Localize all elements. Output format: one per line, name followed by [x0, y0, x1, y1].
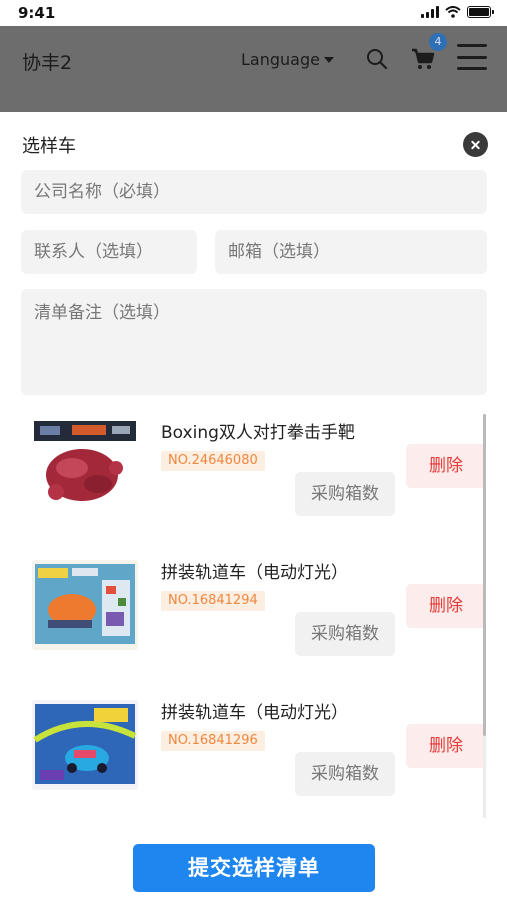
email-input[interactable]	[215, 230, 487, 274]
product-number-tag: NO.16841294	[161, 591, 265, 611]
product-name: 拼装轨道车（电动灯光）	[161, 563, 348, 583]
list-item: 拼装轨道车（电动灯光） NO.16841294 采购箱数 删除	[0, 554, 490, 694]
menu-icon[interactable]	[457, 44, 487, 70]
scrollbar-thumb[interactable]	[483, 414, 486, 736]
scrollbar[interactable]	[483, 414, 486, 818]
brand-name[interactable]: 协丰2	[22, 48, 72, 75]
sample-cart-sheet: 选样车 Boxing双人对打拳击手靶 NO.24646080 采购箱数 删除	[0, 112, 507, 900]
delete-button[interactable]: 删除	[406, 444, 486, 488]
product-name: 拼装轨道车（电动灯光）	[161, 703, 348, 723]
status-bar: 9:41	[0, 0, 507, 26]
language-selector[interactable]: Language	[241, 50, 334, 69]
list-item: Boxing双人对打拳击手靶 NO.24646080 采购箱数 删除	[0, 414, 490, 554]
product-image[interactable]	[32, 420, 138, 510]
product-image[interactable]	[32, 700, 138, 790]
company-name-input[interactable]	[21, 170, 487, 214]
product-image[interactable]	[32, 560, 138, 650]
cart-icon[interactable]	[410, 46, 436, 72]
list-item: 拼装轨道车（电动灯光） NO.16841296 采购箱数 删除	[0, 694, 490, 818]
submit-list-button[interactable]: 提交选样清单	[133, 844, 375, 892]
delete-button[interactable]: 删除	[406, 724, 486, 768]
delete-button[interactable]: 删除	[406, 584, 486, 628]
sheet-title: 选样车	[22, 136, 76, 157]
product-name: Boxing双人对打拳击手靶	[161, 423, 355, 443]
product-number-tag: NO.24646080	[161, 451, 265, 471]
close-icon[interactable]	[463, 132, 488, 157]
notes-textarea[interactable]	[21, 289, 487, 395]
status-time: 9:41	[18, 4, 56, 22]
purchase-cartons-button[interactable]: 采购箱数	[295, 752, 395, 796]
purchase-cartons-button[interactable]: 采购箱数	[295, 472, 395, 516]
sample-item-list[interactable]: Boxing双人对打拳击手靶 NO.24646080 采购箱数 删除 拼装轨道车…	[0, 414, 507, 818]
contact-input[interactable]	[21, 230, 197, 274]
app-header: 协丰2 Language 4	[0, 26, 507, 112]
battery-icon	[467, 6, 494, 18]
signal-icon	[421, 6, 439, 18]
wifi-icon	[445, 6, 461, 18]
purchase-cartons-button[interactable]: 采购箱数	[295, 612, 395, 656]
status-icons	[421, 6, 494, 18]
search-icon[interactable]	[366, 48, 388, 70]
cart-count-badge: 4	[429, 33, 447, 51]
caret-down-icon	[323, 56, 334, 63]
product-number-tag: NO.16841296	[161, 731, 265, 751]
language-label: Language	[241, 50, 320, 69]
